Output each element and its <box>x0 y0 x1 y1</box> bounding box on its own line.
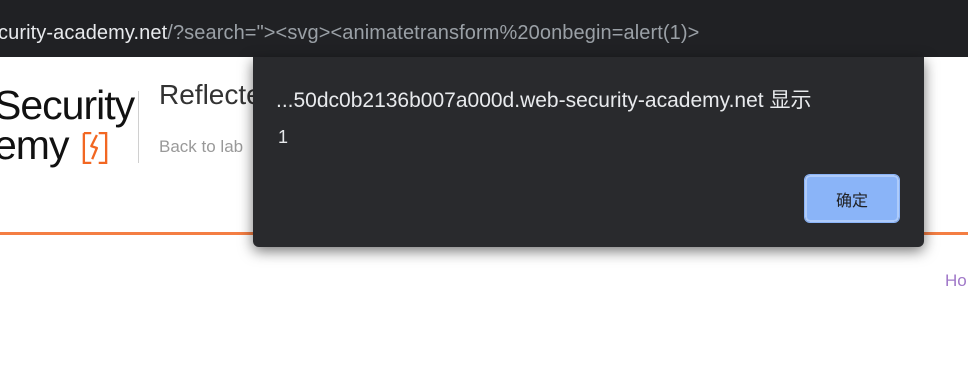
web-security-academy-logo[interactable]: Security emy <box>0 82 135 173</box>
home-link[interactable]: Ho <box>945 271 967 291</box>
lightning-bolt-icon <box>82 131 108 165</box>
back-to-lab-link[interactable]: Back to lab <box>159 137 243 157</box>
url-host: curity-academy.net <box>0 22 168 44</box>
lab-title: Reflecte <box>159 79 262 110</box>
ok-button[interactable]: 确定 <box>804 174 900 223</box>
dialog-message: 1 <box>278 127 289 147</box>
alert-dialog: ...50dc0b2136b007a000d.web-security-acad… <box>253 57 924 247</box>
address-bar[interactable]: curity-academy.net/?search="><svg><anima… <box>0 0 968 57</box>
logo-text-line1: Security <box>0 82 135 128</box>
dialog-title: ...50dc0b2136b007a000d.web-security-acad… <box>276 89 812 112</box>
logo-text-line2: emy <box>0 122 69 168</box>
url-text[interactable]: curity-academy.net/?search="><svg><anima… <box>0 20 699 46</box>
url-path: /?search="><svg><animatetransform%20onbe… <box>167 22 700 44</box>
header-divider <box>138 91 139 163</box>
